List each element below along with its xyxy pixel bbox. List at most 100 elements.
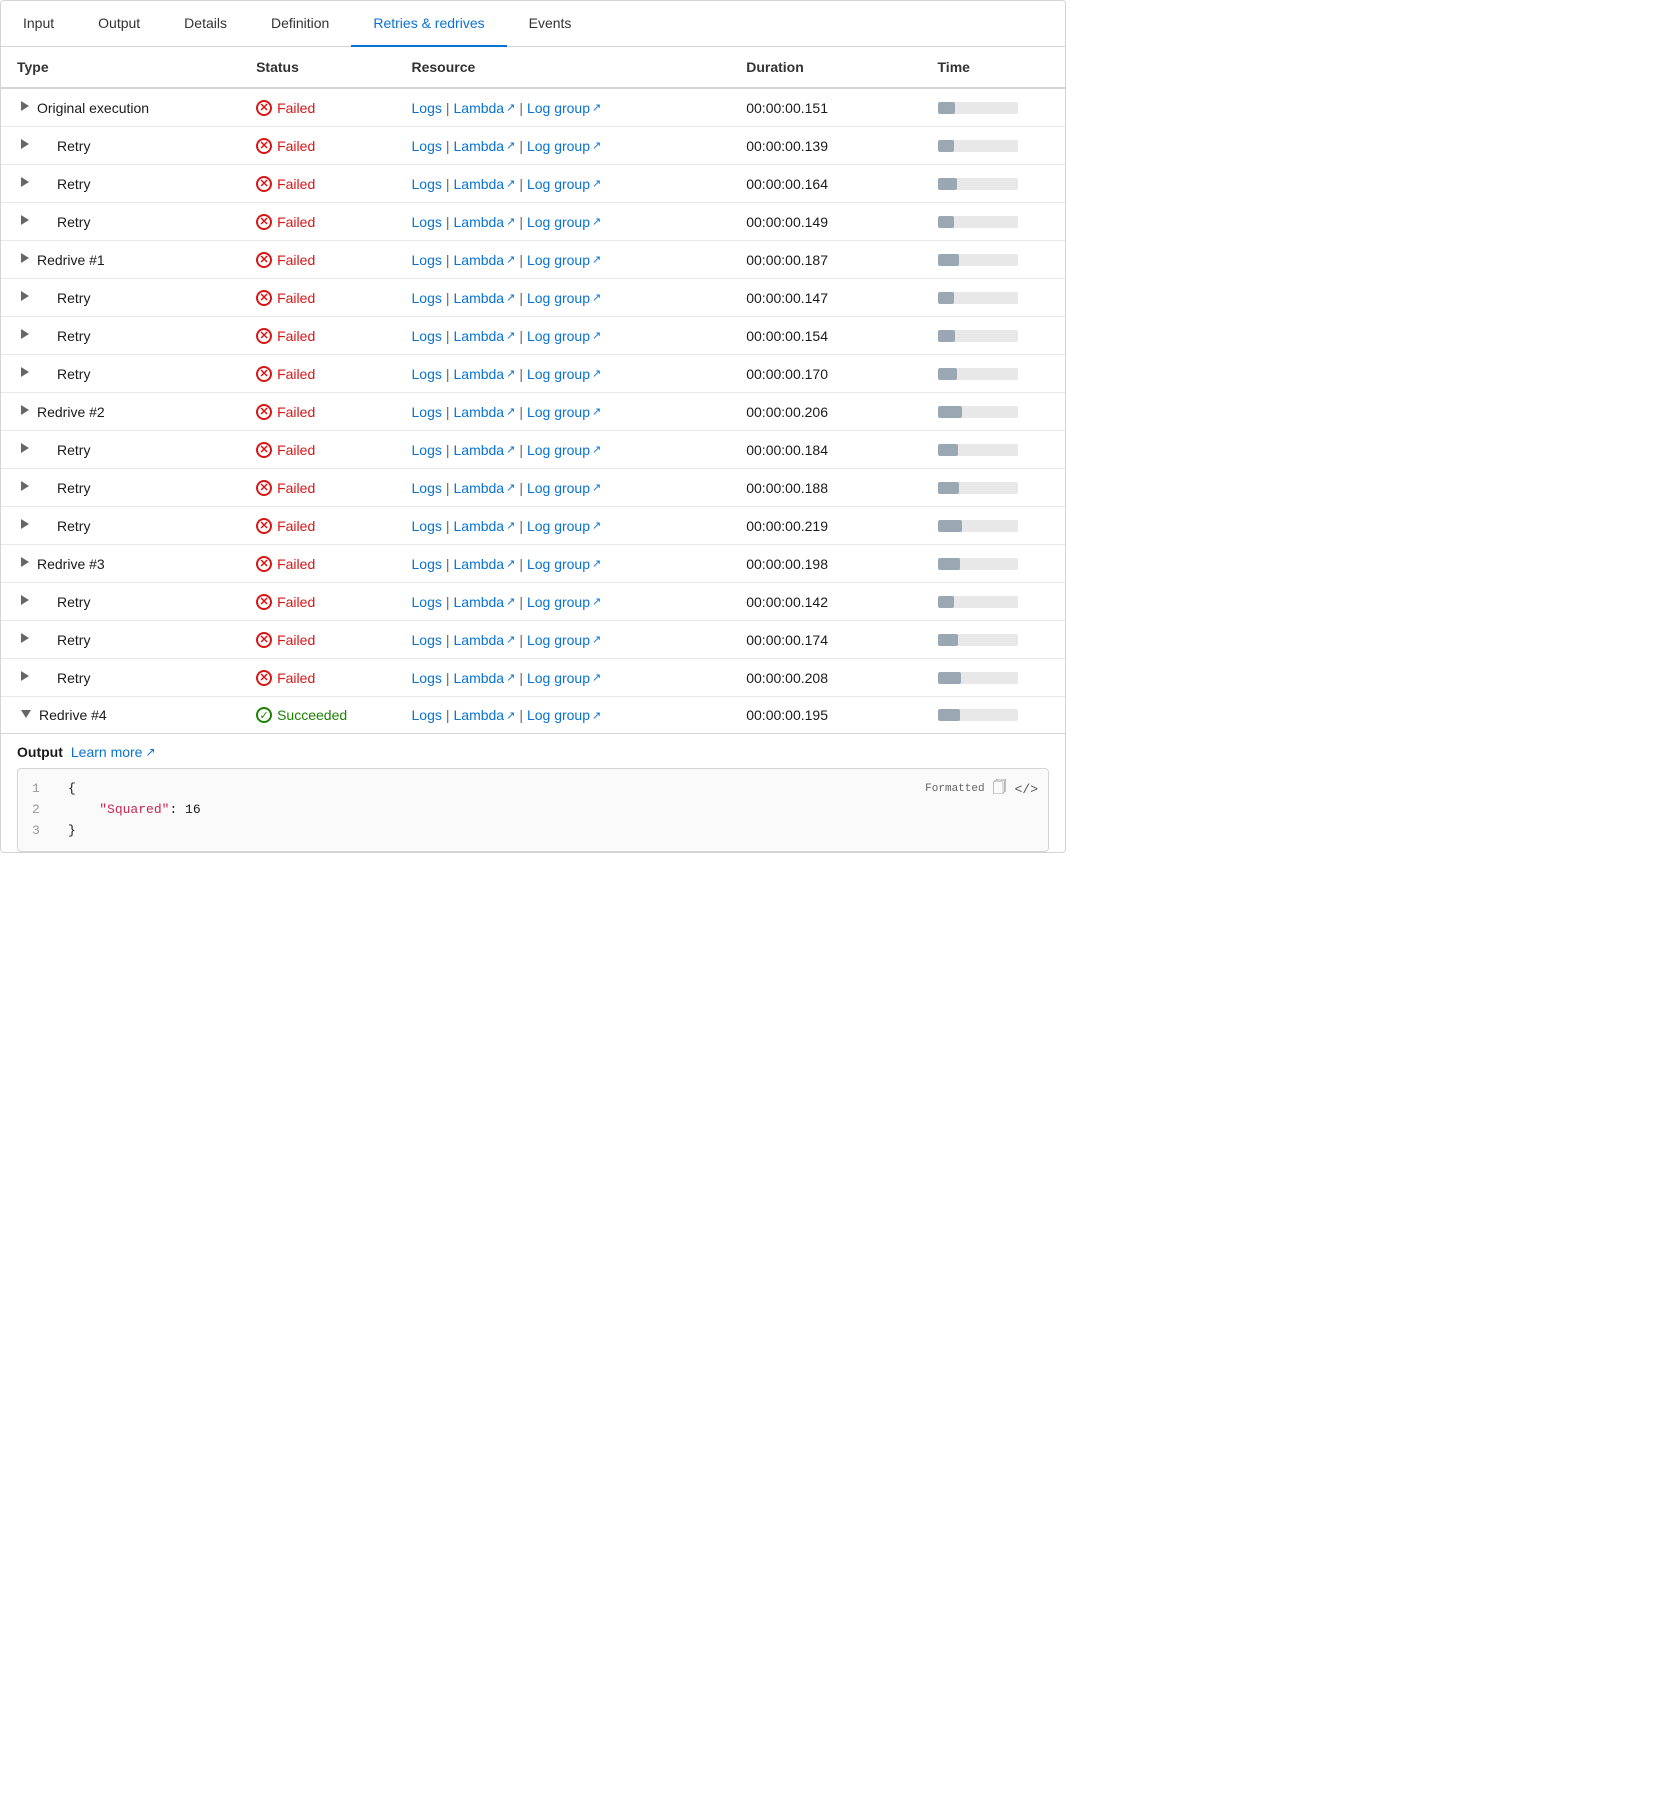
lambda-link[interactable]: Lambda ↗ bbox=[454, 707, 516, 723]
time-bar bbox=[938, 672, 1018, 684]
status-text: Failed bbox=[277, 632, 315, 648]
lambda-link[interactable]: Lambda ↗ bbox=[454, 290, 516, 306]
code-toolbar: Formatted 🗍 </> bbox=[925, 777, 1038, 801]
expand-button[interactable] bbox=[17, 593, 33, 610]
logs-link[interactable]: Logs bbox=[412, 214, 442, 230]
output-header: Output Learn more ↗ bbox=[17, 744, 1049, 760]
log-group-link[interactable]: Log group ↗ bbox=[527, 670, 601, 686]
lambda-link[interactable]: Lambda ↗ bbox=[454, 480, 516, 496]
logs-link[interactable]: Logs bbox=[412, 518, 442, 534]
logs-link[interactable]: Logs bbox=[412, 670, 442, 686]
log-group-link[interactable]: Log group ↗ bbox=[527, 480, 601, 496]
lambda-link[interactable]: Lambda ↗ bbox=[454, 100, 516, 116]
log-group-link[interactable]: Log group ↗ bbox=[527, 442, 601, 458]
expand-button[interactable] bbox=[17, 251, 33, 268]
expand-button[interactable] bbox=[17, 631, 33, 648]
tab-events[interactable]: Events bbox=[507, 1, 594, 47]
log-group-link[interactable]: Log group ↗ bbox=[527, 594, 601, 610]
logs-link[interactable]: Logs bbox=[412, 138, 442, 154]
logs-link[interactable]: Logs bbox=[412, 594, 442, 610]
cell-duration: 00:00:00.187 bbox=[730, 241, 921, 279]
expand-button[interactable] bbox=[17, 441, 33, 458]
lambda-link[interactable]: Lambda ↗ bbox=[454, 252, 516, 268]
log-group-link[interactable]: Log group ↗ bbox=[527, 632, 601, 648]
tab-details[interactable]: Details bbox=[162, 1, 249, 47]
log-group-link[interactable]: Log group ↗ bbox=[527, 328, 601, 344]
lambda-link[interactable]: Lambda ↗ bbox=[454, 594, 516, 610]
lambda-link[interactable]: Lambda ↗ bbox=[454, 442, 516, 458]
status-text: Failed bbox=[277, 176, 315, 192]
logs-link[interactable]: Logs bbox=[412, 404, 442, 420]
log-group-link[interactable]: Log group ↗ bbox=[527, 100, 601, 116]
separator: | bbox=[446, 707, 450, 723]
lambda-link[interactable]: Lambda ↗ bbox=[454, 214, 516, 230]
log-group-link[interactable]: Log group ↗ bbox=[527, 404, 601, 420]
logs-link[interactable]: Logs bbox=[412, 707, 442, 723]
logs-link[interactable]: Logs bbox=[412, 556, 442, 572]
logs-link[interactable]: Logs bbox=[412, 100, 442, 116]
tab-input[interactable]: Input bbox=[1, 1, 76, 47]
expand-button[interactable] bbox=[17, 327, 33, 344]
log-group-link[interactable]: Log group ↗ bbox=[527, 290, 601, 306]
expand-button[interactable] bbox=[17, 99, 33, 116]
expand-button[interactable] bbox=[17, 213, 33, 230]
lambda-link[interactable]: Lambda ↗ bbox=[454, 632, 516, 648]
logs-link[interactable]: Logs bbox=[412, 442, 442, 458]
lambda-link[interactable]: Lambda ↗ bbox=[454, 138, 516, 154]
separator: | bbox=[446, 556, 450, 572]
expand-button[interactable] bbox=[17, 365, 33, 382]
learn-more-link[interactable]: Learn more ↗ bbox=[71, 744, 156, 760]
type-label: Retry bbox=[57, 214, 90, 230]
logs-link[interactable]: Logs bbox=[412, 632, 442, 648]
code-icon[interactable]: </> bbox=[1015, 782, 1038, 797]
expand-button[interactable] bbox=[17, 708, 35, 723]
code-line-3: 3 } bbox=[32, 821, 1034, 842]
expand-button[interactable] bbox=[17, 669, 33, 686]
failed-icon: ✕ bbox=[256, 670, 272, 686]
expand-button[interactable] bbox=[17, 175, 33, 192]
expand-button[interactable] bbox=[17, 403, 33, 420]
log-group-link[interactable]: Log group ↗ bbox=[527, 138, 601, 154]
lambda-link[interactable]: Lambda ↗ bbox=[454, 328, 516, 344]
tab-retries[interactable]: Retries & redrives bbox=[351, 1, 506, 47]
log-group-link[interactable]: Log group ↗ bbox=[527, 366, 601, 382]
cell-duration: 00:00:00.151 bbox=[730, 88, 921, 127]
separator: | bbox=[519, 328, 523, 344]
cell-duration: 00:00:00.142 bbox=[730, 583, 921, 621]
col-header-resource: Resource bbox=[396, 47, 731, 88]
cell-status: ✕Failed bbox=[240, 469, 395, 507]
external-icon: ↗ bbox=[592, 367, 601, 380]
cell-duration: 00:00:00.149 bbox=[730, 203, 921, 241]
tab-definition[interactable]: Definition bbox=[249, 1, 351, 47]
lambda-link[interactable]: Lambda ↗ bbox=[454, 556, 516, 572]
tab-output[interactable]: Output bbox=[76, 1, 162, 47]
expand-button[interactable] bbox=[17, 137, 33, 154]
logs-link[interactable]: Logs bbox=[412, 480, 442, 496]
status-text: Failed bbox=[277, 366, 315, 382]
lambda-link[interactable]: Lambda ↗ bbox=[454, 670, 516, 686]
lambda-link[interactable]: Lambda ↗ bbox=[454, 176, 516, 192]
copy-icon[interactable]: 🗍 bbox=[993, 777, 1007, 801]
cell-time bbox=[922, 697, 1066, 734]
expand-button[interactable] bbox=[17, 479, 33, 496]
log-group-link[interactable]: Log group ↗ bbox=[527, 252, 601, 268]
expand-button[interactable] bbox=[17, 289, 33, 306]
lambda-link[interactable]: Lambda ↗ bbox=[454, 518, 516, 534]
expand-button[interactable] bbox=[17, 517, 33, 534]
external-icon: ↗ bbox=[506, 443, 515, 456]
expand-button[interactable] bbox=[17, 555, 33, 572]
log-group-link[interactable]: Log group ↗ bbox=[527, 707, 601, 723]
logs-link[interactable]: Logs bbox=[412, 328, 442, 344]
logs-link[interactable]: Logs bbox=[412, 252, 442, 268]
logs-link[interactable]: Logs bbox=[412, 366, 442, 382]
lambda-link[interactable]: Lambda ↗ bbox=[454, 404, 516, 420]
log-group-link[interactable]: Log group ↗ bbox=[527, 518, 601, 534]
lambda-link[interactable]: Lambda ↗ bbox=[454, 366, 516, 382]
logs-link[interactable]: Logs bbox=[412, 290, 442, 306]
type-label: Retry bbox=[57, 328, 90, 344]
logs-link[interactable]: Logs bbox=[412, 176, 442, 192]
log-group-link[interactable]: Log group ↗ bbox=[527, 176, 601, 192]
log-group-link[interactable]: Log group ↗ bbox=[527, 214, 601, 230]
log-group-link[interactable]: Log group ↗ bbox=[527, 556, 601, 572]
failed-icon: ✕ bbox=[256, 176, 272, 192]
